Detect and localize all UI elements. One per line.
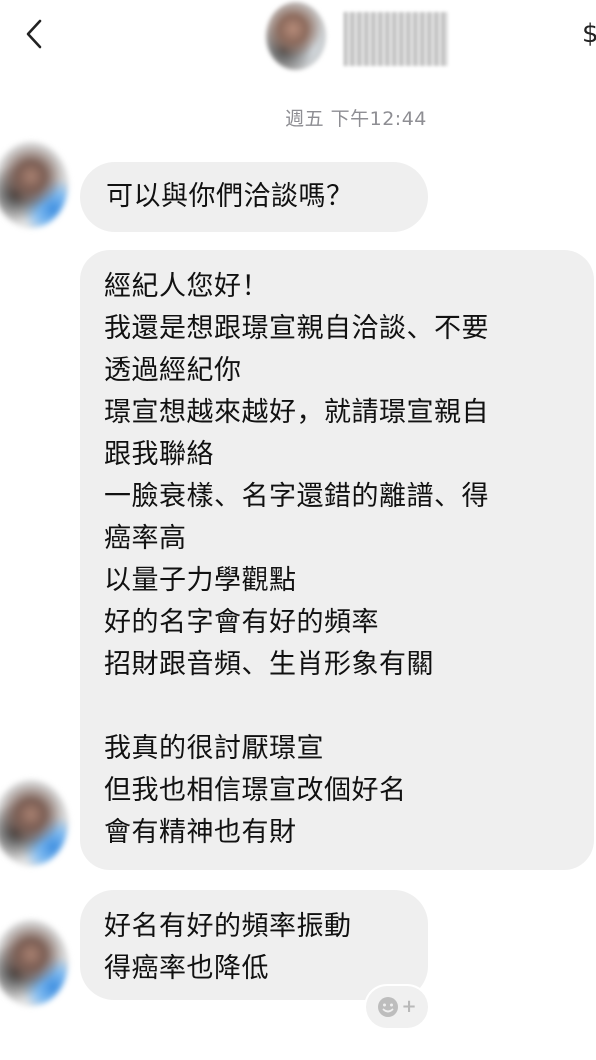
message-line: 經紀人您好！: [104, 271, 269, 302]
message-line: 好名有好的頻率振動: [104, 911, 352, 942]
contact-name-blurred[interactable]: [344, 12, 448, 66]
sender-avatar[interactable]: [0, 780, 68, 866]
message-line: 透過經紀你: [104, 355, 242, 386]
message-line: 招財跟音頻、生肖形象有關: [104, 649, 434, 680]
plus-icon: +: [401, 996, 417, 1017]
message-line: 可以與你們洽談嗎？: [106, 181, 354, 212]
message-bubble[interactable]: 經紀人您好！ 我還是想跟璟宣親自洽談、不要 透過經紀你 璟宣想越來越好，就請璟宣…: [80, 250, 594, 870]
message-bubble[interactable]: 好名有好的頻率振動 得癌率也降低: [80, 890, 428, 1000]
message-bubble[interactable]: 可以與你們洽談嗎？: [80, 162, 428, 232]
message-line-blank: [104, 686, 570, 728]
message-line: 我還是想跟璟宣親自洽談、不要: [104, 313, 489, 344]
smiley-icon: [378, 997, 399, 1017]
message-line: 會有精神也有財: [104, 817, 297, 848]
message-line: 但我也相信璟宣改個好名: [104, 775, 407, 806]
message-timestamp: 週五 下午12:44: [285, 108, 427, 130]
message-line: 得癌率也降低: [104, 953, 269, 984]
message-line: 璟宣想越來越好，就請璟宣親自: [104, 397, 489, 428]
contact-avatar[interactable]: [266, 2, 326, 70]
add-reaction-button[interactable]: +: [366, 986, 428, 1028]
message-line: 我真的很討厭璟宣: [104, 733, 324, 764]
chat-header: $: [0, 0, 596, 80]
message-line: 一臉衰樣、名字還錯的離譜、得: [104, 481, 489, 512]
back-button[interactable]: [14, 12, 54, 56]
message-line: 以量子力學觀點: [104, 565, 297, 596]
sender-avatar[interactable]: [0, 920, 68, 1006]
message-line: 癌率高: [104, 523, 187, 554]
message-line: 好的名字會有好的頻率: [104, 607, 379, 638]
chevron-left-icon: [26, 19, 42, 49]
sender-avatar[interactable]: [0, 142, 68, 228]
message-line: 跟我聯絡: [104, 439, 214, 470]
header-action-button[interactable]: $: [582, 16, 596, 52]
